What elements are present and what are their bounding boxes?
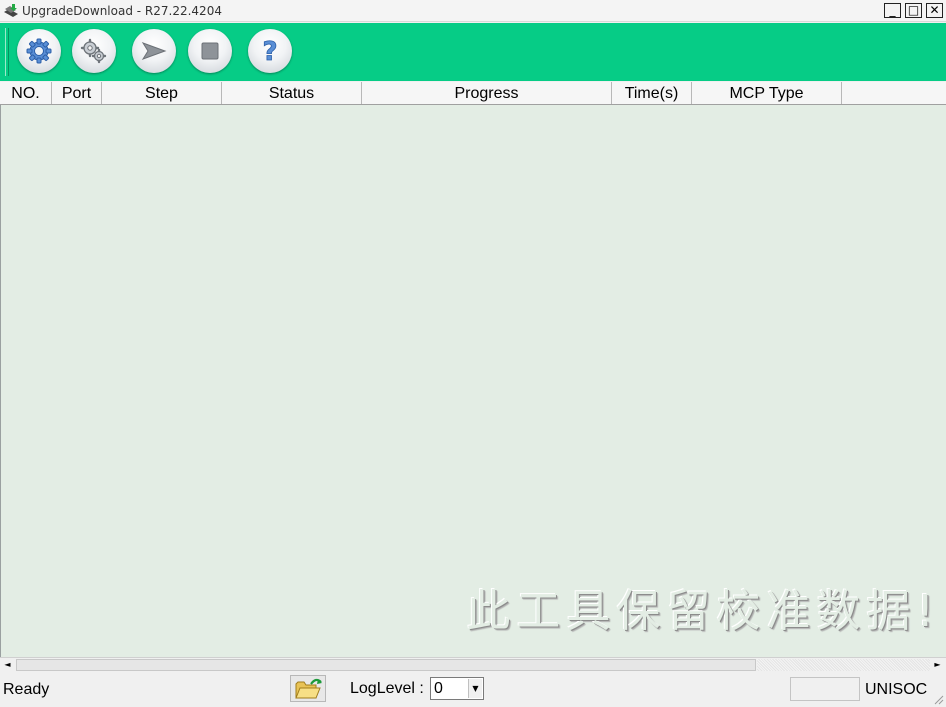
minimize-button[interactable]: _ bbox=[884, 3, 901, 18]
column-header-status[interactable]: Status bbox=[222, 82, 362, 104]
resize-grip-icon[interactable] bbox=[932, 693, 944, 705]
open-folder-icon bbox=[295, 678, 322, 699]
app-icon bbox=[4, 4, 18, 17]
loglevel-label: LogLevel : bbox=[350, 680, 424, 697]
list-header: NO. Port Step Status Progress Time(s) MC… bbox=[0, 82, 946, 105]
chevron-down-icon[interactable]: ▼ bbox=[468, 679, 482, 698]
column-header-progress[interactable]: Progress bbox=[362, 82, 612, 104]
window-title: UpgradeDownload - R27.22.4204 bbox=[22, 4, 222, 18]
settings-gear-icon bbox=[26, 38, 52, 64]
start-button[interactable] bbox=[132, 29, 176, 73]
loglevel-select[interactable]: 0 ▼ bbox=[430, 677, 484, 700]
loglevel-value: 0 bbox=[434, 680, 443, 697]
close-button[interactable]: ✕ bbox=[926, 3, 943, 18]
column-header-port[interactable]: Port bbox=[52, 82, 102, 104]
status-bar: Ready LogLevel : 0 ▼ UNISOC bbox=[0, 672, 946, 707]
help-button[interactable]: ? bbox=[248, 29, 292, 73]
scroll-thumb[interactable] bbox=[16, 659, 756, 671]
column-header-mcp-type[interactable]: MCP Type bbox=[692, 82, 842, 104]
settings-button[interactable] bbox=[72, 29, 116, 73]
toolbar: ? bbox=[0, 23, 946, 81]
stop-square-icon bbox=[201, 42, 219, 60]
status-panel bbox=[790, 677, 860, 701]
scroll-right-button[interactable]: ► bbox=[930, 658, 945, 672]
port-list[interactable]: 此工具保留校准数据! bbox=[0, 105, 946, 657]
open-log-folder-button[interactable] bbox=[290, 675, 326, 702]
status-text: Ready bbox=[3, 681, 50, 698]
gears-icon bbox=[80, 38, 107, 64]
scroll-left-button[interactable]: ◄ bbox=[0, 658, 15, 672]
load-packet-button[interactable] bbox=[17, 29, 61, 73]
vendor-label: UNISOC bbox=[865, 681, 928, 698]
horizontal-scrollbar[interactable]: ◄ ► bbox=[0, 657, 946, 672]
column-header-time[interactable]: Time(s) bbox=[612, 82, 692, 104]
scroll-track[interactable] bbox=[757, 659, 930, 671]
title-bar: UpgradeDownload - R27.22.4204 _ □ ✕ bbox=[0, 0, 946, 22]
stop-button[interactable] bbox=[188, 29, 232, 73]
column-header-no[interactable]: NO. bbox=[0, 82, 52, 104]
maximize-button[interactable]: □ bbox=[905, 3, 922, 18]
start-arrow-icon bbox=[141, 42, 167, 60]
toolbar-grip bbox=[5, 28, 9, 76]
column-header-step[interactable]: Step bbox=[102, 82, 222, 104]
help-question-icon: ? bbox=[262, 37, 278, 66]
watermark-text: 此工具保留校准数据! bbox=[466, 586, 940, 637]
svg-text:?: ? bbox=[262, 37, 277, 66]
